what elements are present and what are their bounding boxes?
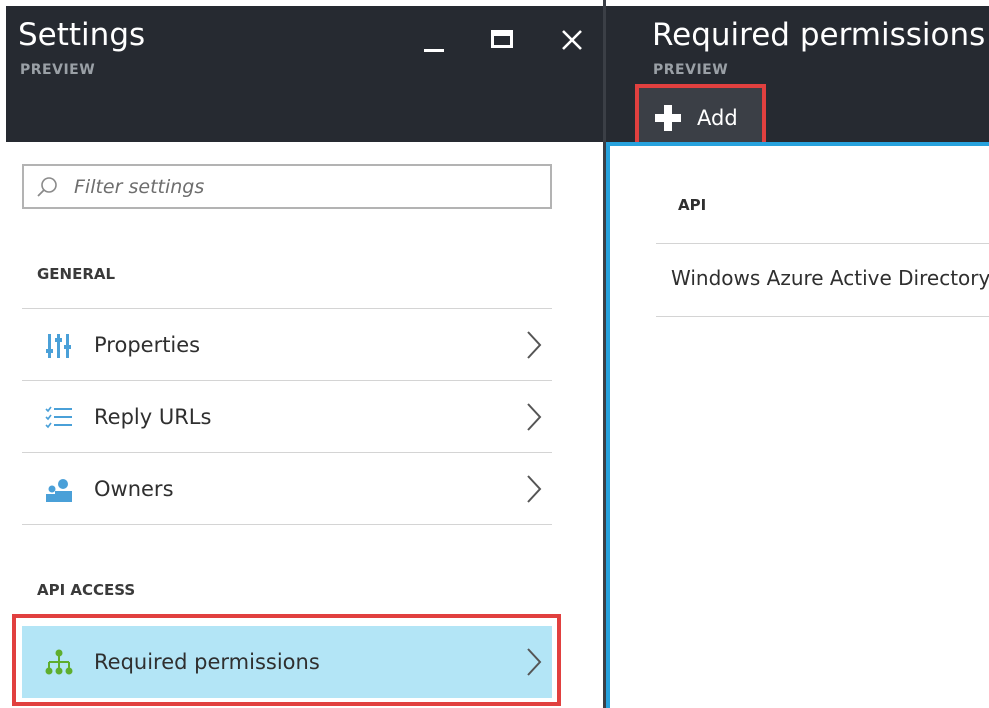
settings-item-label: Owners xyxy=(94,477,174,501)
filter-settings-input[interactable] xyxy=(72,166,532,207)
close-button[interactable] xyxy=(556,26,590,56)
settings-item-label: Reply URLs xyxy=(94,405,212,429)
maximize-icon xyxy=(491,30,513,48)
column-header-api: API xyxy=(678,196,707,214)
chevron-right-icon xyxy=(527,331,542,359)
search-icon xyxy=(37,177,57,197)
permissions-title: Required permissions xyxy=(652,17,986,53)
properties-icon xyxy=(46,334,71,358)
minimize-icon xyxy=(424,49,444,52)
required-permissions-highlight xyxy=(12,614,561,706)
section-label-general: GENERAL xyxy=(37,265,116,283)
settings-title: Settings xyxy=(18,17,146,53)
owners-icon xyxy=(46,479,72,502)
settings-item-owners[interactable]: Owners xyxy=(22,453,552,525)
plus-icon xyxy=(655,105,681,131)
settings-item-properties[interactable]: Properties xyxy=(22,309,552,381)
settings-item-reply-urls[interactable]: Reply URLs xyxy=(22,381,552,453)
settings-item-label: Properties xyxy=(94,333,201,357)
list-icon xyxy=(45,406,72,429)
settings-header: Settings PREVIEW xyxy=(6,6,605,142)
table-row-divider xyxy=(656,316,989,317)
permissions-content: API Windows Azure Active Directory xyxy=(606,142,989,708)
permissions-header: Required permissions PREVIEW Add xyxy=(606,6,989,152)
settings-preview-label: PREVIEW xyxy=(20,62,96,78)
chevron-right-icon xyxy=(527,475,542,503)
section-label-api-access: API ACCESS xyxy=(37,581,136,599)
chevron-right-icon xyxy=(527,403,542,431)
add-button-label: Add xyxy=(697,106,738,130)
permissions-preview-label: PREVIEW xyxy=(653,62,729,78)
table-header-divider xyxy=(656,243,989,244)
table-cell-api: Windows Azure Active Directory xyxy=(671,266,989,290)
maximize-button[interactable] xyxy=(488,26,522,56)
minimize-button[interactable] xyxy=(420,26,454,56)
filter-settings-box[interactable] xyxy=(22,164,552,209)
settings-blade: Settings PREVIEW GENERAL xyxy=(0,0,605,708)
close-icon xyxy=(562,30,582,50)
